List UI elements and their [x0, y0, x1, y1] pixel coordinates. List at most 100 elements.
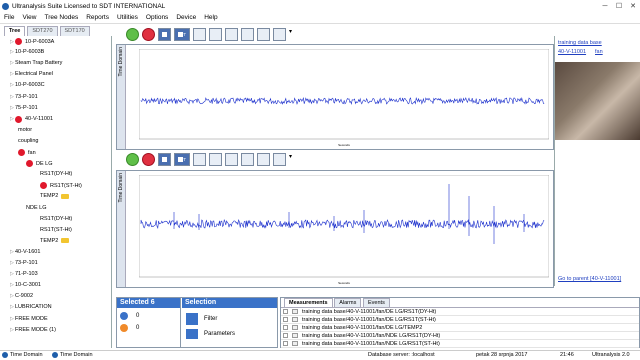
tree-item[interactable]: ▷ 10-C-3001 [10, 282, 41, 288]
menu-tree-nodes[interactable]: Tree Nodes [40, 14, 82, 21]
tree-item[interactable]: RS1T(ST-Ht) [40, 182, 82, 190]
tool-button-5[interactable] [193, 28, 206, 41]
close-button[interactable]: ✕ [626, 2, 640, 10]
expand-icon[interactable] [283, 317, 288, 322]
tree-item-label: coupling [18, 137, 39, 144]
measurement-row[interactable]: training data base/40-V-11001/fan/DE LG/… [281, 316, 639, 324]
tree-item[interactable]: TEMP2 [40, 193, 70, 199]
menu-options[interactable]: Options [142, 14, 172, 21]
expand-icon[interactable] [283, 309, 288, 314]
tree-item-label: Electrical Panel [15, 71, 53, 78]
tree-item[interactable]: RS1T(DY-Ht) [40, 216, 72, 222]
tree-item[interactable]: NDE LG [26, 205, 46, 211]
tree-item[interactable]: RS1T(DY-Ht) [40, 171, 72, 177]
tool-button-8b[interactable] [241, 153, 254, 166]
selected-row-1[interactable]: 0 [120, 312, 180, 320]
stop-button[interactable] [142, 28, 155, 41]
expand-icon[interactable] [283, 325, 288, 330]
menu-view[interactable]: View [18, 14, 40, 21]
fft-button-2[interactable]: FFT [174, 153, 190, 166]
graph2-svg[interactable]: Seconds [139, 175, 549, 287]
dropdown-arrow-icon[interactable]: ▾ [289, 28, 292, 44]
tab-sdt270[interactable]: SDT270 [27, 26, 58, 36]
play-button[interactable] [126, 28, 139, 41]
tree-item[interactable]: ▷ 40-V-11001 [10, 115, 53, 123]
parameters-button[interactable]: Parameters [186, 329, 277, 339]
selected-title: Selected 6 [117, 298, 180, 308]
tree-item[interactable]: ▷ 10-P-6003B [10, 49, 44, 55]
tree-item[interactable]: ▷ C-9002 [10, 293, 33, 299]
measurement-row[interactable]: training data base/40-V-11001/fan/DE LG/… [281, 308, 639, 316]
selected-count-2: 0 [136, 325, 140, 331]
menu-device[interactable]: Device [172, 14, 200, 21]
tool-button-9[interactable] [257, 28, 270, 41]
tree-item[interactable]: RS1T(ST-Ht) [40, 227, 72, 233]
fft-button[interactable]: FFT [174, 28, 190, 41]
tool-button-7b[interactable] [225, 153, 238, 166]
alarm-status-icon [15, 115, 22, 123]
status-tab-1[interactable]: Time Domain [2, 352, 43, 358]
time-view-button-2[interactable] [158, 153, 171, 166]
tree-item[interactable]: ▷ 40-V-1601 [10, 249, 40, 255]
breadcrumb-component[interactable]: fan [595, 49, 603, 55]
tool-button-10b[interactable] [273, 153, 286, 166]
breadcrumb-db[interactable]: training data base [558, 40, 602, 46]
tree-item-label: fan [28, 149, 36, 156]
status-tab-2-label: Time Domain [60, 352, 93, 358]
tool-button-9b[interactable] [257, 153, 270, 166]
tab-tree[interactable]: Tree [4, 26, 26, 36]
tree-item[interactable]: ▷ 75-P-101 [10, 105, 38, 111]
expand-icon[interactable] [283, 333, 288, 338]
menu-help[interactable]: Help [200, 14, 221, 21]
go-to-parent-link[interactable]: Go to parent [40-V-11001] [558, 276, 621, 282]
menu-utilities[interactable]: Utilities [113, 14, 142, 21]
tree-item[interactable]: ▷ Steam Trap Battery [10, 60, 62, 66]
tool-button-6b[interactable] [209, 153, 222, 166]
tool-button-7[interactable] [225, 28, 238, 41]
tool-button-5b[interactable] [193, 153, 206, 166]
tool-button-8[interactable] [241, 28, 254, 41]
measurement-row[interactable]: training data base/40-V-11001/fan/NDE LG… [281, 332, 639, 340]
tree-item[interactable]: ▷ LUBRICATION [10, 304, 52, 310]
tree-item[interactable]: coupling [18, 138, 39, 144]
tool-button-6[interactable] [209, 28, 222, 41]
tree-item[interactable]: ▷ 10-P-6003C [10, 82, 45, 88]
time-view-button[interactable] [158, 28, 171, 41]
stop-button-2[interactable] [142, 153, 155, 166]
tree-item[interactable]: ▷ 73-P-101 [10, 94, 38, 100]
graph1-svg[interactable]: Seconds [139, 49, 549, 149]
status-tab-2[interactable]: Time Domain [52, 352, 93, 358]
tree-item[interactable]: ▷ FREE MODE [10, 316, 48, 322]
tree-item[interactable]: DE LG [26, 160, 53, 168]
filter-button[interactable]: Filter [186, 313, 277, 325]
tree-item[interactable]: TEMP2 [40, 238, 70, 244]
tab-measurements[interactable]: Measurements [284, 298, 333, 307]
measurement-row[interactable]: training data base/40-V-11001/fan/DE LG/… [281, 324, 639, 332]
tab-sdt170[interactable]: SDT170 [59, 26, 90, 36]
tree-item[interactable]: fan [18, 149, 36, 156]
maximize-button[interactable]: ☐ [612, 2, 626, 10]
tree-item[interactable]: ▷ Electrical Panel [10, 71, 53, 77]
parameters-label: Parameters [204, 331, 236, 337]
tree-item[interactable]: ▷ 71-P-103 [10, 271, 38, 277]
menu-reports[interactable]: Reports [82, 14, 113, 21]
tab-events[interactable]: Events [363, 298, 390, 307]
breadcrumb-asset[interactable]: 40-V-11001 [558, 49, 586, 55]
dropdown-arrow-icon-2[interactable]: ▾ [289, 153, 292, 169]
menu-file[interactable]: File [0, 14, 18, 21]
measurement-row[interactable]: training data base/40-V-11001/fan/NDE LG… [281, 340, 639, 348]
graph2-xlabel: Seconds [338, 281, 350, 285]
window-title: Ultranalysis Suite Licensed to SDT INTER… [12, 2, 166, 10]
expand-icon[interactable] [283, 341, 288, 346]
tool-button-10[interactable] [273, 28, 286, 41]
minimize-button[interactable]: ─ [598, 3, 612, 10]
play-button-2[interactable] [126, 153, 139, 166]
tree-item[interactable]: ▷ 10-P-6003A [10, 38, 54, 45]
tree-panel: ▷ 10-P-6003A ▷ 10-P-6003B ▷ Steam Trap Batter… [0, 36, 112, 348]
tab-alarms[interactable]: Alarms [334, 298, 362, 307]
tree-item[interactable]: ▷ FREE MODE (1) [10, 327, 56, 333]
selected-row-2[interactable]: 0 [120, 324, 180, 332]
tree-item-label: RS1T(DY-Ht) [40, 171, 73, 178]
tree-item[interactable]: motor [18, 127, 32, 133]
tree-item[interactable]: ▷ 73-P-101 [10, 260, 38, 266]
